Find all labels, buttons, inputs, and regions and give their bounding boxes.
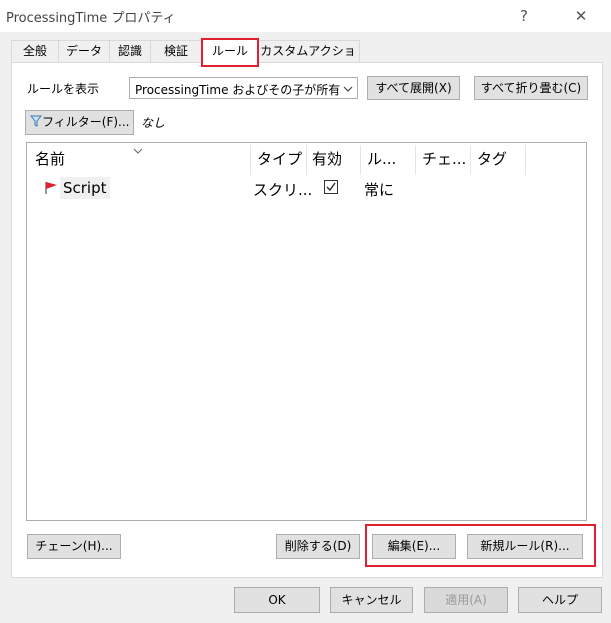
rule-scope-select[interactable]: ProcessingTime およびその子が所有 bbox=[129, 77, 358, 99]
column-divider[interactable] bbox=[360, 145, 361, 175]
tab-general[interactable]: 全般 bbox=[11, 40, 59, 62]
help-button[interactable]: ? bbox=[510, 4, 538, 28]
rules-list[interactable]: 名前 タイプ 有効 ル... チェ... タグ Script スクリ... 常に bbox=[26, 142, 587, 521]
rule-when: 常に bbox=[364, 181, 395, 199]
chain-button[interactable]: チェーン(H)... bbox=[27, 534, 121, 559]
tab-custom-actions[interactable]: カスタムアクション bbox=[256, 40, 360, 79]
column-header-tag[interactable]: タグ bbox=[477, 148, 507, 169]
filter-button-label: フィルター(F)... bbox=[42, 115, 130, 129]
column-header-name[interactable]: 名前 bbox=[35, 148, 65, 169]
tab-validation[interactable]: 検証 bbox=[150, 40, 202, 62]
collapse-all-button[interactable]: すべて折り畳む(C) bbox=[474, 76, 588, 100]
highlight-box bbox=[365, 524, 596, 567]
filter-icon bbox=[29, 115, 43, 127]
help-footer-button[interactable]: ヘルプ bbox=[518, 587, 602, 613]
delete-button[interactable]: 削除する(D) bbox=[276, 534, 360, 559]
checkmark-icon bbox=[326, 182, 336, 192]
ok-button[interactable]: OK bbox=[234, 587, 320, 613]
column-divider[interactable] bbox=[415, 145, 416, 175]
column-header-chain[interactable]: チェ... bbox=[422, 148, 466, 169]
window-title: ProcessingTime プロパティ bbox=[6, 11, 176, 26]
column-divider[interactable] bbox=[525, 145, 526, 175]
apply-button[interactable]: 適用(A) bbox=[424, 587, 508, 613]
rule-type: スクリ... bbox=[253, 181, 313, 199]
expand-all-button[interactable]: すべて展開(X) bbox=[367, 76, 460, 100]
title-bar: ProcessingTime プロパティ ? ✕ bbox=[0, 0, 611, 32]
show-rules-label: ルールを表示 bbox=[27, 82, 100, 96]
rule-name: Script bbox=[60, 177, 110, 199]
column-divider[interactable] bbox=[306, 145, 307, 175]
sort-indicator-icon bbox=[133, 143, 143, 157]
properties-dialog: ProcessingTime プロパティ ? ✕ 全般 データ 認識 検証 ルー… bbox=[0, 0, 611, 623]
chevron-down-icon bbox=[343, 80, 353, 101]
cancel-button[interactable]: キャンセル bbox=[330, 587, 413, 613]
close-button[interactable]: ✕ bbox=[567, 4, 595, 28]
column-divider[interactable] bbox=[470, 145, 471, 175]
tab-data[interactable]: データ bbox=[58, 40, 110, 62]
column-divider[interactable] bbox=[250, 145, 251, 175]
enabled-checkbox[interactable] bbox=[324, 180, 338, 194]
column-header-rule[interactable]: ル... bbox=[367, 148, 396, 169]
flag-icon bbox=[44, 181, 58, 198]
filter-button[interactable]: フィルター(F)... bbox=[25, 110, 134, 135]
column-header-type[interactable]: タイプ bbox=[257, 148, 302, 169]
tab-recognition[interactable]: 認識 bbox=[109, 40, 151, 62]
column-header-enabled[interactable]: 有効 bbox=[312, 148, 342, 169]
tab-rules[interactable]: ルール bbox=[201, 38, 259, 67]
rule-scope-value: ProcessingTime およびその子が所有 bbox=[135, 83, 340, 97]
filter-value: なし bbox=[141, 116, 166, 130]
